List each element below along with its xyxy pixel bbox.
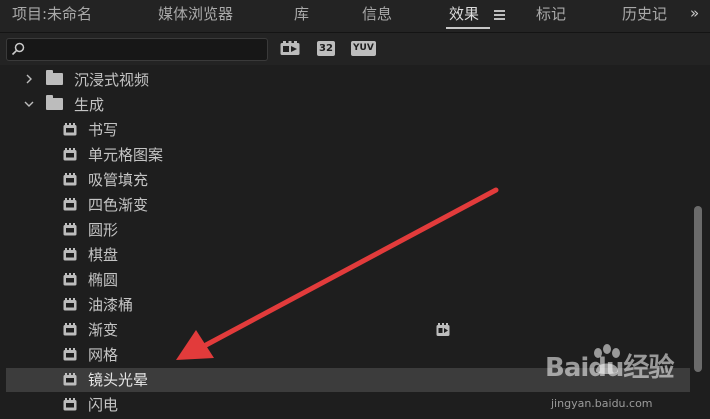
baidu-watermark: Baidu经验 jingyan.baidu.com	[545, 344, 705, 415]
folder-row[interactable]: 生成	[6, 93, 690, 117]
tab-effects[interactable]: 效果	[449, 4, 479, 24]
effect-label: 单元格图案	[88, 146, 164, 164]
effect-label: 书写	[88, 121, 119, 139]
effect-label: 吸管填充	[88, 171, 149, 189]
tab-markers[interactable]: 标记	[536, 4, 566, 24]
tab-history[interactable]: 历史记	[622, 4, 684, 24]
effect-row[interactable]: 圆形	[6, 218, 690, 242]
effect-label: 椭圆	[88, 271, 119, 289]
effect-icon	[63, 248, 77, 261]
search-box[interactable]	[6, 38, 268, 61]
effect-label: 油漆桶	[88, 296, 134, 314]
chevron-right-icon[interactable]	[24, 74, 34, 84]
tab-overflow-icon[interactable]: »	[690, 4, 699, 22]
effect-label: 网格	[88, 346, 119, 364]
effect-row[interactable]: 四色渐变	[6, 193, 690, 217]
effect-icon	[63, 123, 77, 136]
effect-icon	[63, 398, 77, 411]
chevron-down-icon[interactable]	[24, 99, 34, 109]
effect-row[interactable]: 吸管填充	[6, 168, 690, 192]
effect-icon	[63, 198, 77, 211]
effect-label: 棋盘	[88, 246, 119, 264]
folder-row[interactable]: 沉浸式视频	[6, 68, 690, 92]
search-input[interactable]	[29, 40, 263, 59]
tab-project[interactable]: 项目:未命名	[12, 4, 92, 24]
active-tab-indicator	[446, 27, 490, 29]
panel-tab-bar: 项目:未命名 媒体浏览器 库 信息 效果 标记 历史记 »	[0, 0, 710, 33]
effect-row[interactable]: 书写	[6, 118, 690, 142]
effect-label: 闪电	[88, 396, 119, 414]
effect-label: 圆形	[88, 221, 119, 239]
32bit-filter-icon[interactable]: 32	[317, 41, 335, 56]
folder-icon	[46, 70, 63, 85]
effect-row[interactable]: 椭圆	[6, 268, 690, 292]
accelerated-effects-filter-icon[interactable]	[280, 41, 300, 56]
effect-row[interactable]: 油漆桶	[6, 293, 690, 317]
folder-label: 沉浸式视频	[74, 71, 150, 89]
watermark-brand: Baidu经验	[545, 353, 674, 383]
effect-icon	[63, 373, 77, 386]
effect-icon	[63, 223, 77, 236]
folder-icon	[46, 95, 63, 110]
effects-toolbar: 32 YUV	[0, 33, 710, 65]
effect-row[interactable]: 渐变	[6, 318, 690, 342]
effect-label: 四色渐变	[88, 196, 149, 214]
effect-row[interactable]: 单元格图案	[6, 143, 690, 167]
effect-label: 镜头光晕	[88, 371, 149, 389]
folder-label: 生成	[74, 96, 105, 114]
effect-icon	[63, 323, 77, 336]
effect-icon	[63, 173, 77, 186]
accelerated-effect-icon	[436, 323, 450, 336]
effect-icon	[63, 148, 77, 161]
watermark-url: jingyan.baidu.com	[551, 397, 653, 410]
effect-icon	[63, 273, 77, 286]
panel-menu-icon[interactable]	[494, 10, 505, 20]
effect-label: 渐变	[88, 321, 119, 339]
tab-media-browser[interactable]: 媒体浏览器	[158, 4, 233, 24]
tab-libraries[interactable]: 库	[294, 4, 309, 24]
effect-icon	[63, 298, 77, 311]
effect-row[interactable]: 棋盘	[6, 243, 690, 267]
effect-icon	[63, 348, 77, 361]
yuv-filter-icon[interactable]: YUV	[351, 41, 376, 56]
search-icon	[11, 42, 25, 56]
tab-info[interactable]: 信息	[362, 4, 392, 24]
